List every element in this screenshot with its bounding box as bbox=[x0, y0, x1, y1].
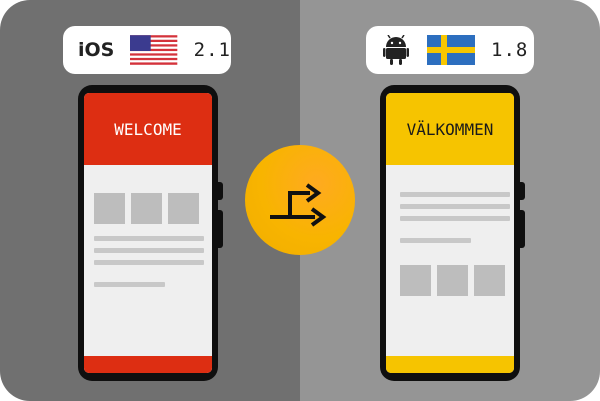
text-line-placeholder bbox=[94, 260, 204, 265]
android-version-pill: 1.8 bbox=[366, 26, 534, 74]
ios-version-pill: iOS 2.1 bbox=[63, 26, 231, 74]
android-phone: VÄLKOMMEN bbox=[380, 85, 520, 381]
text-line-placeholder bbox=[94, 236, 204, 241]
screen-title: WELCOME bbox=[114, 119, 182, 139]
image-placeholder bbox=[168, 193, 199, 224]
text-line-placeholder bbox=[400, 238, 471, 243]
image-placeholder bbox=[400, 265, 431, 296]
translate-arrows-icon bbox=[245, 145, 355, 255]
text-line-placeholder bbox=[400, 192, 510, 197]
comparison-card: iOS 2.1 1.8 WELCOME VÄLKOMMEN bbox=[0, 0, 600, 401]
screen-footer bbox=[84, 356, 212, 373]
version-label: 2.1 bbox=[193, 39, 231, 61]
phone-side-button bbox=[520, 210, 525, 248]
android-icon bbox=[383, 35, 409, 65]
phone-side-button bbox=[218, 210, 223, 248]
us-flag-icon bbox=[130, 35, 178, 65]
image-placeholder bbox=[437, 265, 468, 296]
text-line-placeholder bbox=[94, 282, 165, 287]
version-label: 1.8 bbox=[491, 39, 529, 61]
image-placeholder bbox=[474, 265, 505, 296]
screen-header: VÄLKOMMEN bbox=[386, 93, 514, 165]
phone-screen: VÄLKOMMEN bbox=[386, 93, 514, 373]
ios-phone: WELCOME bbox=[78, 85, 218, 381]
platform-label: iOS bbox=[78, 39, 115, 61]
text-line-placeholder bbox=[94, 248, 204, 253]
text-line-placeholder bbox=[400, 216, 510, 221]
sweden-flag-icon bbox=[427, 35, 475, 65]
screen-footer bbox=[386, 356, 514, 373]
screen-header: WELCOME bbox=[84, 93, 212, 165]
screen-title: VÄLKOMMEN bbox=[406, 119, 494, 139]
phone-side-button bbox=[520, 182, 525, 200]
image-placeholder bbox=[131, 193, 162, 224]
text-line-placeholder bbox=[400, 204, 510, 209]
phone-side-button bbox=[218, 182, 223, 200]
phone-screen: WELCOME bbox=[84, 93, 212, 373]
image-placeholder bbox=[94, 193, 125, 224]
